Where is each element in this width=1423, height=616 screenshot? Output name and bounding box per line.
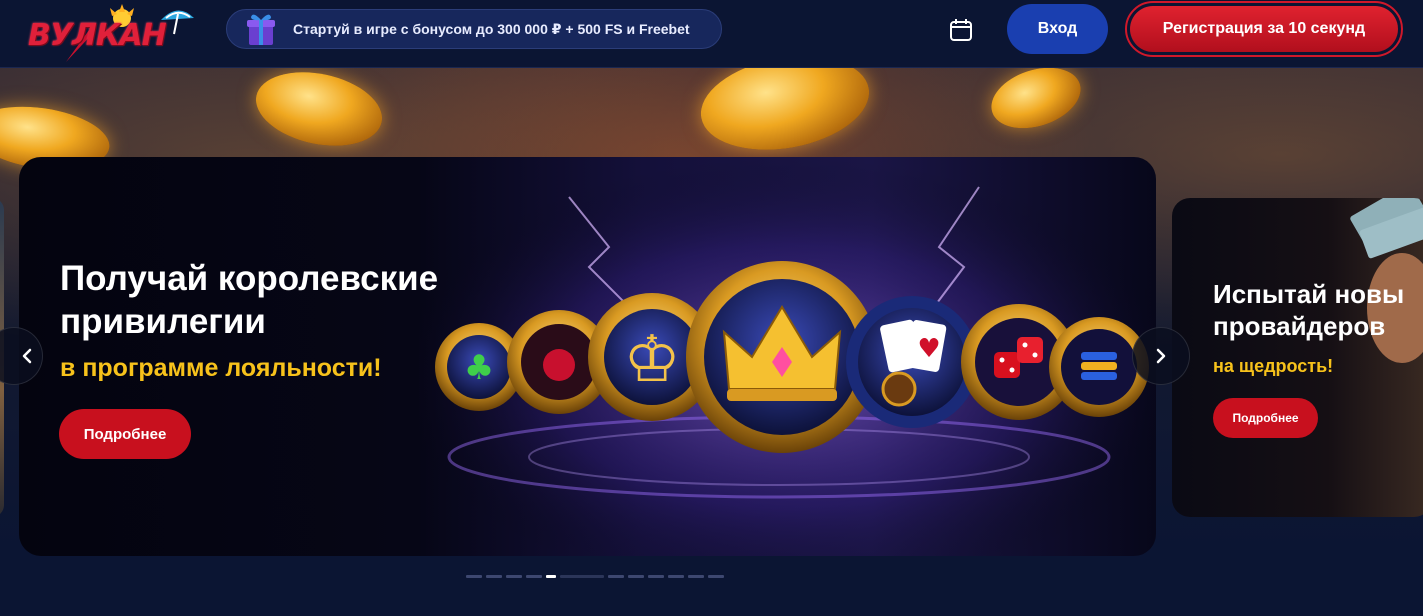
svg-text:♥: ♥ <box>917 334 940 364</box>
carousel-pagination <box>466 575 724 579</box>
pagination-dot[interactable] <box>648 575 664 578</box>
pagination-dot[interactable] <box>466 575 482 578</box>
pagination-dot[interactable] <box>526 575 542 578</box>
site-header: ВУЛКАН Стартуй в игре с бонусом до 300 0… <box>0 0 1423 68</box>
pagination-dot-active[interactable] <box>546 575 556 578</box>
gift-icon <box>247 14 275 45</box>
slide-details-button[interactable]: Подробнее <box>59 409 191 459</box>
register-button-label: Регистрация за 10 секунд <box>1130 6 1398 52</box>
carousel-slide-providers[interactable]: Испытай новы провайдеров на щедрость! По… <box>1172 198 1423 517</box>
slide-title: Получай королевские привилегии <box>60 259 439 341</box>
pagination-dot[interactable] <box>708 575 724 578</box>
calendar-icon <box>950 19 972 41</box>
next-slide-details-button[interactable]: Подробнее <box>1213 398 1318 438</box>
carousel-slide-loyalty[interactable]: ♣ ♔ ♥ Получай королевские привилегии в п… <box>19 157 1156 556</box>
login-button[interactable]: Вход <box>1007 4 1108 54</box>
calendar-button[interactable] <box>944 13 978 47</box>
pagination-dot[interactable] <box>668 575 684 578</box>
decor-coin <box>249 68 389 157</box>
vulkan-logo[interactable]: ВУЛКАН <box>26 4 198 64</box>
pagination-dot[interactable] <box>688 575 704 578</box>
decor-coin <box>983 68 1089 139</box>
promo-text: Стартуй в игре с бонусом до 300 000 ₽ + … <box>293 20 690 37</box>
chip-cards-roulette: ♥ <box>846 296 978 428</box>
promo-banner[interactable]: Стартуй в игре с бонусом до 300 000 ₽ + … <box>226 9 722 49</box>
decor-coin <box>693 68 877 163</box>
next-slide-subtitle: на щедрость! <box>1213 356 1334 376</box>
pagination-dot[interactable] <box>628 575 644 578</box>
next-slide-title-line2: провайдеров <box>1213 311 1386 341</box>
pagination-progress <box>560 575 604 578</box>
register-button[interactable]: Регистрация за 10 секунд <box>1125 1 1403 57</box>
next-slide-title: Испытай новы провайдеров <box>1213 278 1423 342</box>
carousel-next-button[interactable] <box>1132 327 1190 385</box>
svg-text:♣: ♣ <box>464 348 494 388</box>
chevron-right-icon <box>1156 348 1166 364</box>
logo-text: ВУЛКАН <box>28 18 167 53</box>
svg-text:♔: ♔ <box>623 323 680 397</box>
slide-subtitle: в программе лояльности! <box>60 354 382 382</box>
chevron-left-icon <box>22 348 32 364</box>
next-slide-title-line1: Испытай новы <box>1213 279 1405 309</box>
pagination-dot[interactable] <box>486 575 502 578</box>
pagination-dot[interactable] <box>608 575 624 578</box>
royal-chips-illustration: ♣ ♔ ♥ <box>419 157 1156 556</box>
pagination-dot[interactable] <box>506 575 522 578</box>
